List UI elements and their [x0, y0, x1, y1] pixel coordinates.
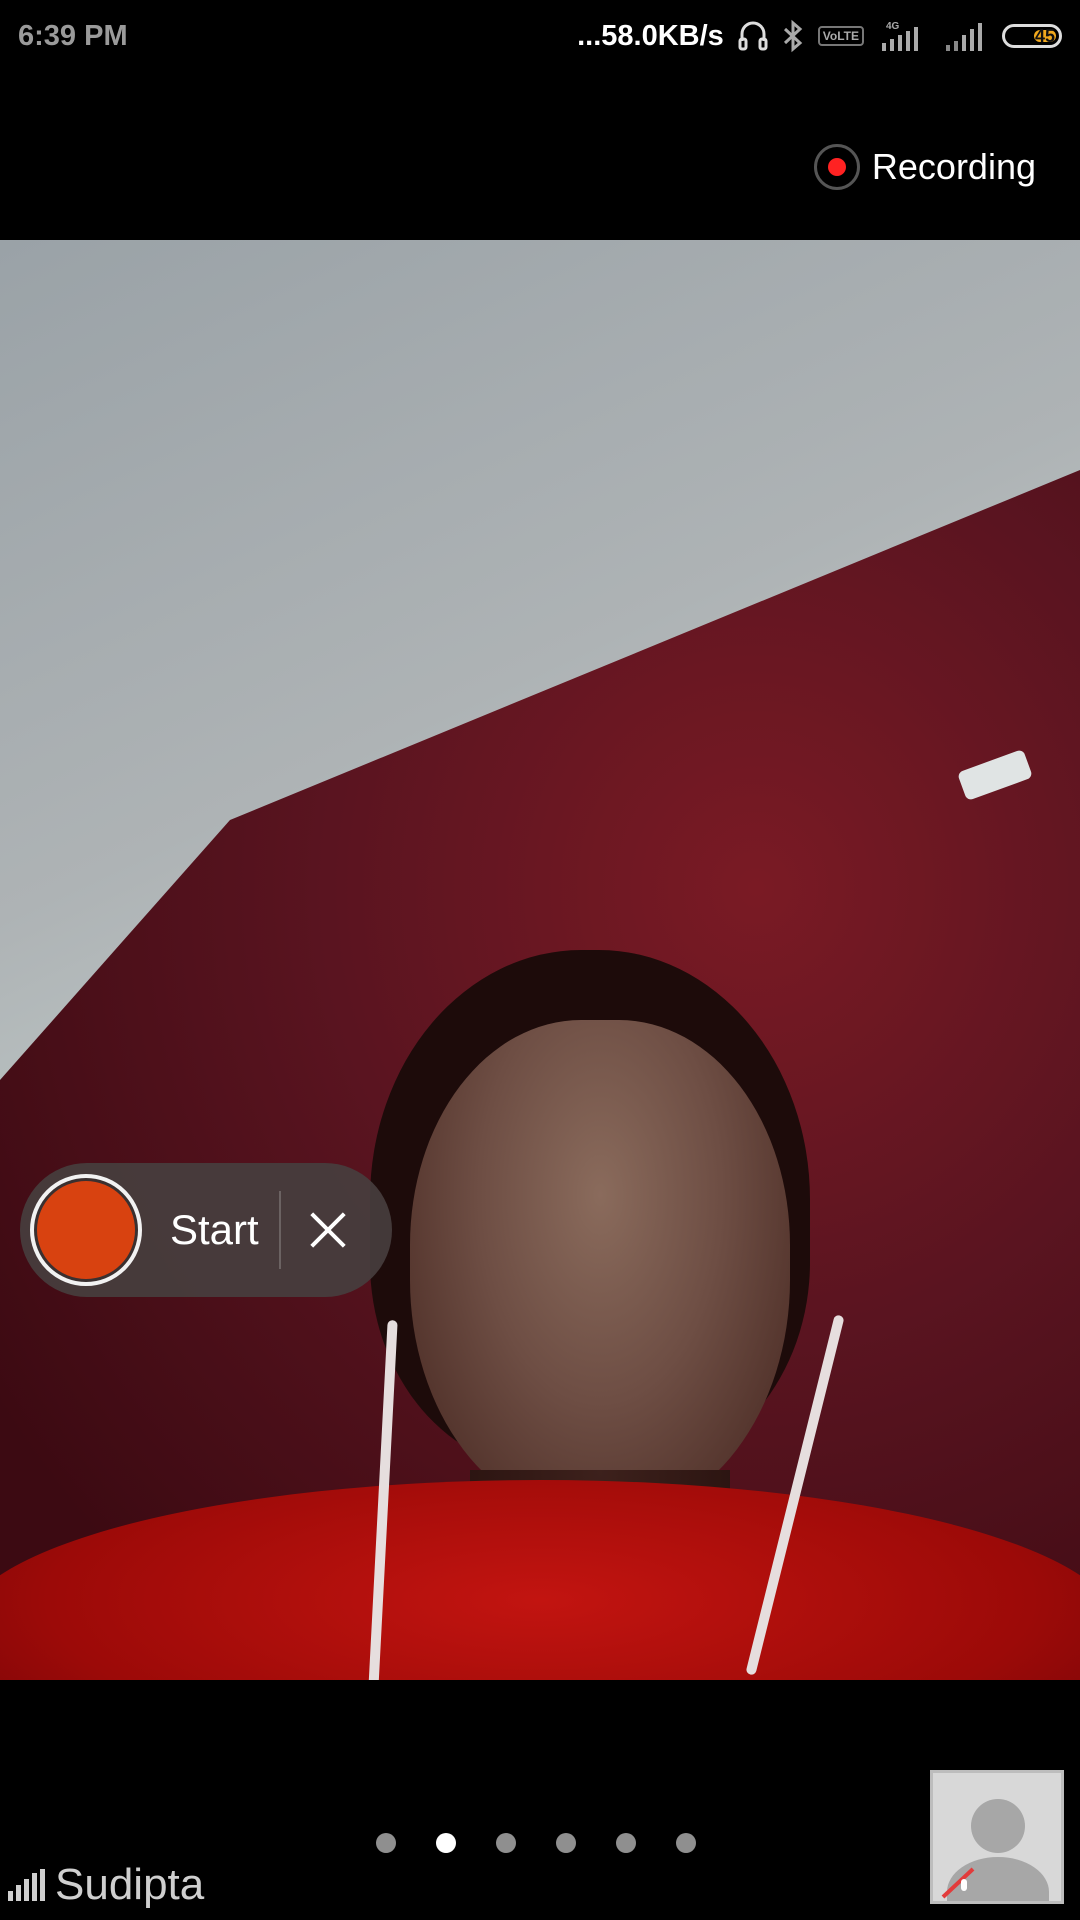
record-circle-icon — [37, 1181, 135, 1279]
self-view-thumbnail[interactable] — [930, 1770, 1064, 1904]
battery-icon: 45 — [1002, 24, 1062, 48]
battery-level: 45 — [1034, 25, 1055, 46]
page-dot[interactable] — [496, 1833, 516, 1853]
network-speed: ...58.0KB/s — [577, 19, 724, 52]
close-icon[interactable] — [305, 1207, 351, 1253]
bluetooth-icon — [783, 19, 803, 53]
start-label[interactable]: Start — [170, 1206, 259, 1254]
connection-signal-icon — [8, 1869, 45, 1901]
signal-icon: 4G — [882, 21, 918, 51]
start-record-button[interactable] — [30, 1174, 142, 1286]
video-feed[interactable] — [0, 240, 1080, 1680]
record-dot-icon — [813, 144, 860, 190]
mic-muted-icon — [941, 1867, 975, 1899]
status-icons: ...58.0KB/s VoLTE 4G 45 — [577, 19, 1062, 53]
page-dot[interactable] — [616, 1833, 636, 1853]
recording-label: Recording — [871, 146, 1036, 187]
svg-text:4G: 4G — [886, 21, 900, 32]
video-face — [410, 1020, 790, 1520]
start-recording-control: Start — [20, 1163, 392, 1297]
page-dot[interactable] — [436, 1833, 456, 1853]
recording-indicator[interactable]: Recording — [813, 144, 1036, 190]
headset-icon — [738, 21, 768, 51]
page-indicator — [376, 1833, 696, 1853]
signal-icon — [946, 23, 982, 51]
volte-icon: VoLTE — [817, 26, 864, 46]
page-dot[interactable] — [676, 1833, 696, 1853]
participant-name: Sudipta — [55, 1860, 205, 1909]
status-time: 6:39 PM — [18, 19, 128, 52]
participant-name-area: Sudipta — [8, 1860, 204, 1910]
pill-divider — [278, 1191, 281, 1269]
avatar-head — [971, 1799, 1025, 1853]
status-bar: 6:39 PM ...58.0KB/s VoLTE 4G 45 — [0, 0, 1080, 72]
page-dot[interactable] — [376, 1833, 396, 1853]
page-dot[interactable] — [556, 1833, 576, 1853]
